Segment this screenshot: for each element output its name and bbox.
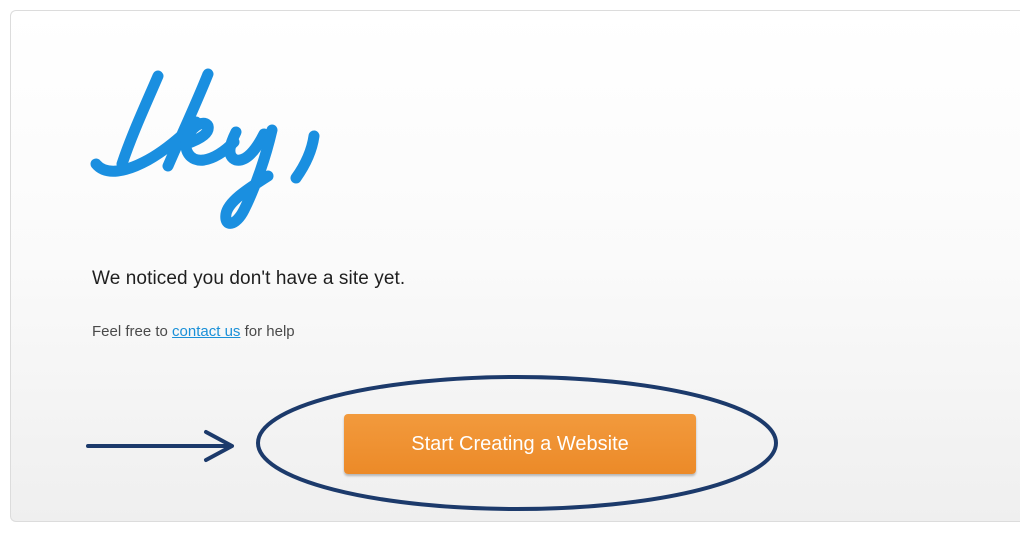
hey-greeting-graphic [90,68,320,229]
help-text-prefix: Feel free to [92,323,173,340]
contact-us-link[interactable]: contact us [172,323,240,340]
start-creating-website-button[interactable]: Start Creating a Website [344,414,696,474]
help-text: Feel free to contact us for help [92,323,295,340]
help-text-suffix: for help [240,323,295,340]
page: We noticed you don't have a site yet. Fe… [0,0,1020,533]
no-site-headline: We noticed you don't have a site yet. [92,268,406,289]
